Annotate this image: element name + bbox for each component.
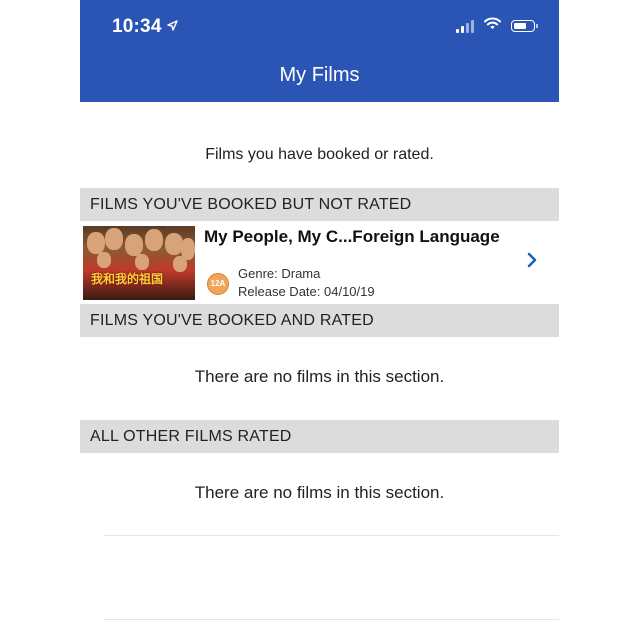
- status-bar-time: 10:34: [112, 15, 178, 38]
- status-icons: [456, 17, 538, 35]
- empty-section-message: There are no films in this section.: [194, 483, 445, 502]
- phone-screen: 10:34 My Films Films you have booked or …: [80, 0, 559, 640]
- rating-badge-12a: 12A: [207, 273, 229, 295]
- page-title: My Films: [279, 64, 360, 86]
- film-genre: Genre: Drama: [238, 266, 321, 281]
- battery-icon: [511, 20, 538, 32]
- chevron-right-icon[interactable]: [527, 252, 537, 273]
- divider: [104, 535, 559, 536]
- empty-section-message: There are no films in this section.: [194, 367, 445, 386]
- poster-title-text: 我和我的祖国: [91, 272, 164, 286]
- intro-text: Films you have booked or rated.: [205, 146, 434, 163]
- cellular-signal-icon: [456, 19, 474, 33]
- film-poster: 我和我的祖国: [83, 226, 195, 300]
- status-time-text: 10:34: [112, 16, 162, 37]
- app-header: 10:34 My Films: [80, 0, 559, 102]
- section-header-booked-and-rated: FILMS YOU'VE BOOKED AND RATED: [80, 304, 559, 337]
- divider: [104, 619, 559, 620]
- wifi-icon: [484, 17, 501, 35]
- section-header-booked-not-rated: FILMS YOU'VE BOOKED BUT NOT RATED: [80, 188, 559, 221]
- section-header-all-other-rated: ALL OTHER FILMS RATED: [80, 420, 559, 453]
- film-release-date: Release Date: 04/10/19: [238, 284, 375, 299]
- film-title: My People, My C...Foreign Language: [204, 227, 500, 246]
- film-list-item[interactable]: 我和我的祖国 My People, My C...Foreign Languag…: [80, 221, 559, 303]
- location-arrow-icon: [166, 15, 178, 37]
